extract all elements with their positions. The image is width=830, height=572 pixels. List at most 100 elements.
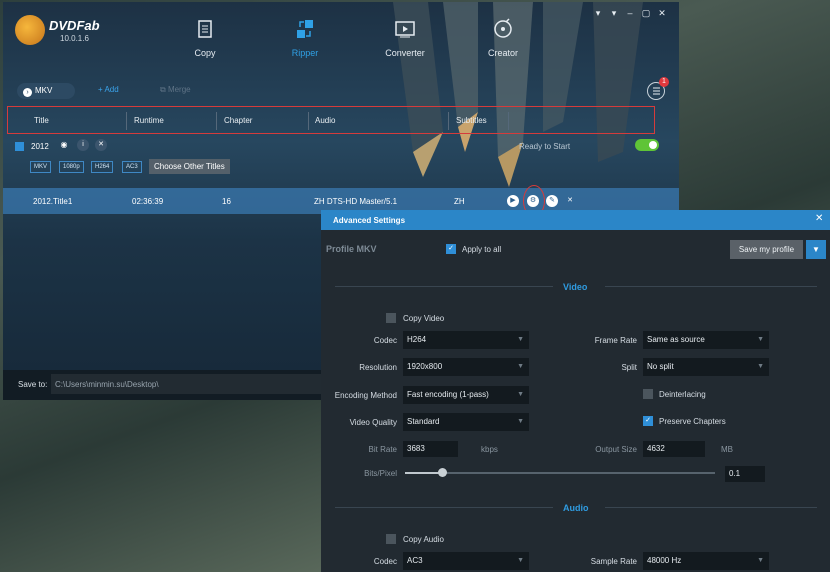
maximize-icon[interactable]: ▢ — [640, 8, 652, 19]
output-size-label: Output Size — [595, 445, 637, 454]
apply-all-checkbox[interactable]: ✓ — [446, 244, 456, 254]
module-copy-label: Copy — [194, 48, 216, 58]
merge-label: Merge — [167, 85, 191, 94]
minimize-icon[interactable]: – — [624, 8, 636, 18]
save-to-label: Save to: — [18, 380, 48, 389]
save-profile-dropdown[interactable]: ▼ — [806, 240, 826, 259]
split-value: No split — [647, 362, 674, 371]
video-section-title: Video — [563, 282, 588, 292]
merge-icon: ⧉ — [160, 85, 168, 94]
edit-icon[interactable]: ✎ — [546, 195, 558, 207]
deinterlacing-checkbox[interactable] — [643, 389, 653, 399]
settings-menu-icon[interactable]: ▾ — [608, 8, 620, 19]
dvdfab-logo-icon — [15, 15, 45, 45]
copy-icon — [198, 20, 212, 38]
save-profile-button[interactable]: Save my profile — [730, 240, 803, 259]
frame-rate-value: Same as source — [647, 335, 705, 344]
bit-rate-label: Bit Rate — [368, 445, 397, 454]
remove-title-icon[interactable]: ✕ — [564, 195, 576, 207]
arrow-right-icon: › — [23, 88, 32, 97]
bits-pixel-slider[interactable] — [405, 472, 715, 474]
module-converter[interactable]: Converter — [365, 18, 445, 58]
merge-button[interactable]: ⧉ Merge — [160, 85, 191, 95]
video-quality-select[interactable]: Standard ▼ — [403, 413, 529, 431]
module-ripper[interactable]: Ripper — [265, 18, 345, 58]
output-size-unit: MB — [721, 445, 733, 454]
encoding-method-select[interactable]: Fast encoding (1-pass) ▼ — [403, 386, 529, 404]
resolution-value: 1920x800 — [407, 362, 443, 371]
copy-video-checkbox[interactable] — [386, 313, 396, 323]
sample-rate-select[interactable]: 48000 Hz ▼ — [643, 552, 769, 570]
column-divider[interactable] — [216, 112, 217, 130]
remove-source-icon[interactable]: ✕ — [95, 139, 107, 151]
tag-video-codec: H264 — [91, 161, 114, 173]
split-select[interactable]: No split ▼ — [643, 358, 769, 376]
codec-select[interactable]: H264 ▼ — [403, 331, 529, 349]
output-size-input[interactable]: 4632 — [643, 441, 705, 457]
chevron-down-icon: ▼ — [757, 336, 764, 343]
module-ripper-label: Ripper — [291, 48, 319, 58]
row-subtitles[interactable]: ZH — [454, 197, 465, 206]
close-icon[interactable]: ✕ — [656, 8, 668, 19]
audio-section-title: Audio — [563, 503, 589, 513]
copy-audio-label: Copy Audio — [403, 535, 444, 544]
column-divider[interactable] — [508, 112, 509, 130]
chevron-down-icon: ▼ — [812, 245, 820, 254]
dialog-close-icon[interactable]: ✕ — [815, 213, 823, 224]
row-chapter: 16 — [222, 197, 231, 206]
preserve-chapters-checkbox[interactable]: ✓ — [643, 416, 653, 426]
add-button[interactable]: + Add — [98, 85, 119, 94]
skin-menu-icon[interactable]: ▾ — [592, 8, 604, 19]
audio-codec-select[interactable]: AC3 ▼ — [403, 552, 529, 570]
column-header: Title Runtime Chapter Audio Subtitles — [7, 106, 655, 134]
ripper-icon — [297, 20, 313, 38]
column-runtime: Runtime — [134, 116, 164, 125]
encoding-method-value: Fast encoding (1-pass) — [407, 390, 489, 399]
source-collapse-checkbox[interactable] — [15, 142, 24, 151]
bits-pixel-slider-handle[interactable] — [438, 468, 447, 477]
codec-label: Codec — [373, 336, 397, 345]
sample-rate-label: Sample Rate — [590, 557, 637, 566]
save-path-field[interactable]: C:\Users\minmin.su\Desktop\ — [51, 374, 351, 394]
encoding-method-label: Encoding Method — [334, 391, 397, 400]
bits-pixel-input[interactable]: 0.1 — [725, 466, 765, 482]
module-converter-label: Converter — [385, 48, 425, 58]
chevron-down-icon: ▼ — [757, 557, 764, 564]
info-icon[interactable]: i — [77, 139, 89, 151]
audio-codec-label: Codec — [373, 557, 397, 566]
choose-other-titles-button[interactable]: Choose Other Titles — [149, 159, 230, 174]
copy-audio-checkbox[interactable] — [386, 534, 396, 544]
column-divider[interactable] — [448, 112, 449, 130]
converter-icon — [395, 21, 415, 38]
dialog-title: Advanced Settings — [321, 210, 830, 230]
bit-rate-unit: kbps — [481, 445, 498, 454]
deinterlacing-label: Deinterlacing — [659, 390, 706, 399]
resolution-select[interactable]: 1920x800 ▼ — [403, 358, 529, 376]
format-label: MKV — [35, 86, 53, 95]
frame-rate-select[interactable]: Same as source ▼ — [643, 331, 769, 349]
chevron-down-icon: ▼ — [757, 363, 764, 370]
module-copy[interactable]: Copy — [165, 18, 245, 58]
bit-rate-input[interactable]: 3683 — [403, 441, 458, 457]
column-divider[interactable] — [126, 112, 127, 130]
resolution-label: Resolution — [359, 363, 397, 372]
module-creator[interactable]: Creator — [463, 18, 543, 58]
section-divider — [335, 507, 553, 508]
start-toggle[interactable] — [635, 139, 659, 151]
chevron-down-icon: ▼ — [517, 418, 524, 425]
column-chapter: Chapter — [224, 116, 253, 125]
column-title: Title — [34, 116, 49, 125]
column-divider[interactable] — [308, 112, 309, 130]
bluray-icon: ◉ — [60, 140, 68, 149]
format-button[interactable]: › MKV — [17, 83, 75, 99]
module-creator-label: Creator — [487, 48, 518, 58]
tag-resolution: 1080p — [59, 161, 84, 173]
section-divider — [605, 507, 817, 508]
video-quality-value: Standard — [407, 417, 440, 426]
row-audio[interactable]: ZH DTS-HD Master/5.1 — [314, 197, 397, 206]
play-icon[interactable]: ▶ — [507, 195, 519, 207]
row-runtime: 02:36:39 — [132, 197, 164, 206]
section-divider — [605, 286, 817, 287]
notification-badge: 1 — [659, 77, 669, 87]
column-subtitles: Subtitles — [456, 116, 487, 125]
